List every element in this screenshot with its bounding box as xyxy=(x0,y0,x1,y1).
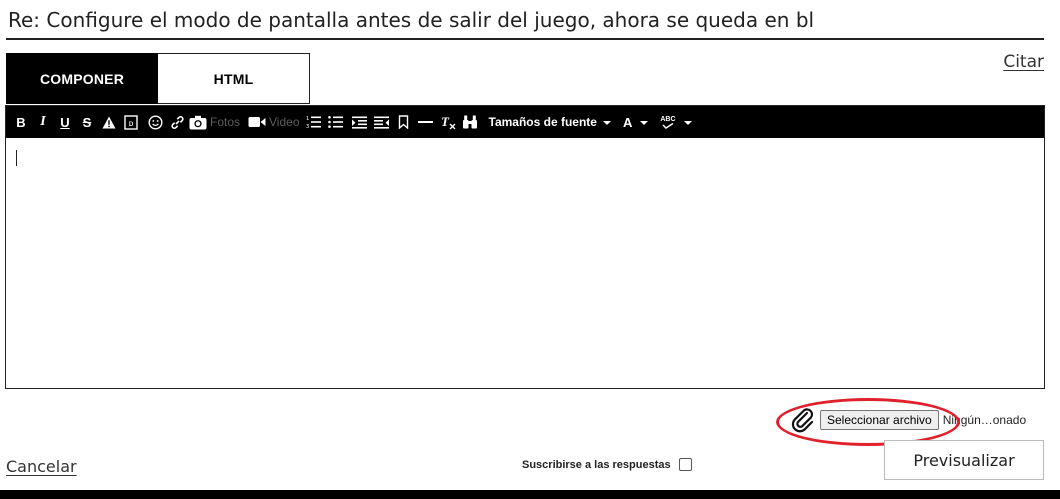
preview-button[interactable]: Previsualizar xyxy=(884,440,1044,480)
video-button[interactable]: Video xyxy=(247,110,300,134)
clear-format-icon[interactable]: T xyxy=(437,110,459,134)
editor-body[interactable] xyxy=(6,138,1044,388)
paperclip-icon xyxy=(791,408,814,433)
insert-group: Fotos Video xyxy=(144,109,301,135)
bold-button[interactable]: B xyxy=(10,110,32,134)
outdent-icon[interactable] xyxy=(371,110,393,134)
subscribe-option[interactable]: Suscribirse a las respuestas xyxy=(522,458,692,471)
font-size-dropdown[interactable]: Tamaños de fuente xyxy=(483,110,617,134)
bullet-list-icon[interactable] xyxy=(325,110,347,134)
photos-label: Fotos xyxy=(210,115,241,129)
spellcheck-icon: ABC xyxy=(660,116,676,129)
editor-toolbar: B I U S ᴅ Fotos Video 1 3 T Tamaños de f… xyxy=(6,106,1044,138)
video-icon xyxy=(248,117,266,127)
strikethrough-button[interactable]: S xyxy=(76,110,98,134)
file-status: Ningún…onado xyxy=(942,413,1027,427)
ordered-list-icon[interactable]: 13 xyxy=(303,110,325,134)
bookmark-icon[interactable] xyxy=(393,110,415,134)
camera-icon xyxy=(189,115,207,129)
font-size-label: Tamaños de fuente xyxy=(488,115,597,129)
editor-tabs: COMPONER HTML xyxy=(6,53,310,104)
spellcheck-dropdown[interactable]: ABC xyxy=(654,110,697,134)
svg-text:3: 3 xyxy=(306,124,309,129)
chevron-down-icon xyxy=(683,121,692,125)
list-group: 13 xyxy=(303,109,347,135)
page-footer-bar xyxy=(0,490,1060,499)
indent-group: T xyxy=(349,109,481,135)
indent-icon[interactable] xyxy=(349,110,371,134)
text-style-group: B I U S ᴅ xyxy=(10,109,142,135)
svg-text:ᴅ: ᴅ xyxy=(129,119,134,128)
chevron-down-icon xyxy=(640,121,649,125)
find-icon[interactable] xyxy=(459,110,481,134)
subject-input[interactable] xyxy=(6,8,1044,40)
chevron-down-icon xyxy=(602,121,611,125)
cite-link[interactable]: Citar xyxy=(1003,52,1044,72)
tab-html[interactable]: HTML xyxy=(158,53,310,104)
underline-button[interactable]: U xyxy=(54,110,76,134)
svg-text:1: 1 xyxy=(306,116,309,122)
choose-file-button[interactable]: Seleccionar archivo xyxy=(820,410,939,430)
link-icon[interactable] xyxy=(166,110,188,134)
emoji-icon[interactable] xyxy=(144,110,166,134)
italic-button[interactable]: I xyxy=(32,110,54,134)
text-cursor xyxy=(16,150,17,166)
svg-text:T: T xyxy=(441,115,450,129)
photos-button[interactable]: Fotos xyxy=(188,110,241,134)
video-label: Video xyxy=(269,115,300,129)
attachment-row: Seleccionar archivo Ningún…onado xyxy=(790,406,1026,434)
warning-icon[interactable] xyxy=(98,110,120,134)
tab-compose[interactable]: COMPONER xyxy=(6,53,158,104)
cancel-link[interactable]: Cancelar xyxy=(6,457,77,476)
horizontal-rule-icon[interactable] xyxy=(415,110,437,134)
rich-text-editor: B I U S ᴅ Fotos Video 1 3 T Tamaños de f… xyxy=(5,105,1045,389)
font-color-label: A xyxy=(622,114,633,130)
spoiler-icon[interactable]: ᴅ xyxy=(120,110,142,134)
subscribe-label: Suscribirse a las respuestas xyxy=(522,458,671,471)
subscribe-checkbox[interactable] xyxy=(678,458,692,471)
font-color-dropdown[interactable]: A xyxy=(617,110,654,134)
